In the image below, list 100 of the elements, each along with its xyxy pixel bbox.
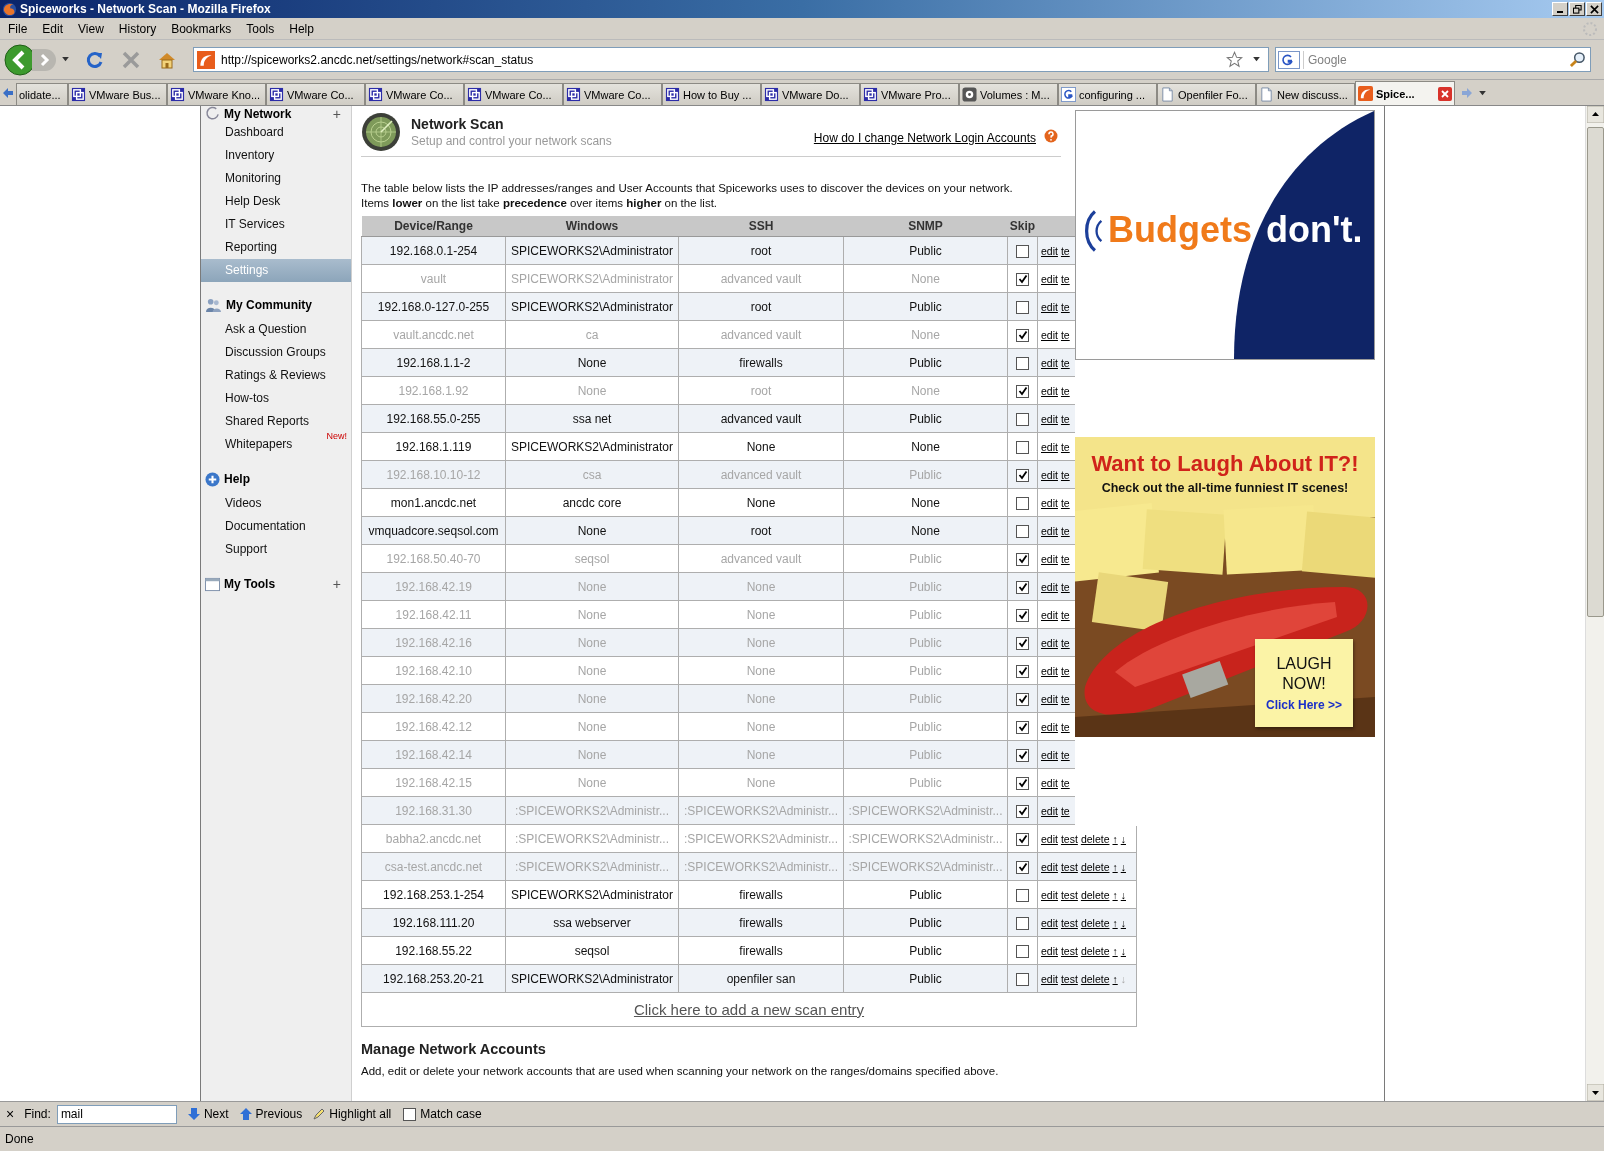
checkbox[interactable] bbox=[1016, 972, 1029, 986]
action-link[interactable]: te bbox=[1060, 804, 1070, 817]
sidebar-item[interactable]: Documentation bbox=[201, 515, 351, 538]
action-link[interactable]: te bbox=[1060, 748, 1070, 761]
action-link[interactable]: te bbox=[1060, 468, 1070, 481]
browser-tab[interactable]: VMware Kno... bbox=[167, 83, 266, 105]
sidebar-item[interactable]: Inventory bbox=[201, 144, 351, 167]
action-link[interactable]: ↓ bbox=[1120, 860, 1126, 873]
action-link[interactable]: delete bbox=[1080, 832, 1110, 845]
action-link[interactable]: ↑ bbox=[1112, 832, 1118, 845]
checkbox[interactable] bbox=[1016, 524, 1029, 538]
checkbox[interactable] bbox=[1016, 832, 1029, 846]
browser-tab[interactable]: Openfiler Fo... bbox=[1157, 83, 1256, 105]
menu-item[interactable]: Edit bbox=[36, 21, 73, 36]
action-link[interactable]: ↑ bbox=[1112, 916, 1118, 929]
action-link[interactable]: edit bbox=[1041, 888, 1058, 901]
menu-item[interactable]: Bookmarks bbox=[165, 21, 241, 36]
action-link[interactable]: delete bbox=[1080, 972, 1110, 985]
restore-button[interactable] bbox=[1569, 2, 1585, 16]
ad-link[interactable]: Click Here >> bbox=[1265, 698, 1343, 712]
checkbox[interactable] bbox=[1016, 804, 1029, 818]
action-link[interactable]: te bbox=[1060, 356, 1070, 369]
sidebar-item[interactable]: Monitoring bbox=[201, 167, 351, 190]
action-link[interactable]: test bbox=[1060, 888, 1078, 901]
advertisement[interactable]: Want to Laugh About IT?! Check out the all-time funniest IT scenes! LAUGH NOW! Click Here >> bbox=[1075, 437, 1375, 737]
sidebar-item[interactable]: How-tos bbox=[201, 387, 351, 410]
checkbox[interactable] bbox=[1016, 328, 1029, 342]
sidebar-item[interactable]: Videos bbox=[201, 492, 351, 515]
help-icon[interactable] bbox=[1044, 129, 1058, 143]
menu-item[interactable]: Help bbox=[283, 21, 323, 36]
advertisement[interactable]: Budgets don't. bbox=[1075, 110, 1375, 360]
action-link[interactable]: edit bbox=[1041, 804, 1058, 817]
action-link[interactable]: test bbox=[1060, 832, 1078, 845]
close-icon[interactable] bbox=[1438, 86, 1452, 101]
sidebar-item[interactable]: Ask a Question bbox=[201, 318, 351, 341]
checkbox[interactable] bbox=[1016, 272, 1029, 286]
checkbox[interactable] bbox=[1016, 552, 1029, 566]
checkbox[interactable] bbox=[1016, 944, 1029, 958]
action-link[interactable]: edit bbox=[1041, 972, 1058, 985]
action-link[interactable]: edit bbox=[1041, 468, 1058, 481]
action-link[interactable]: te bbox=[1060, 244, 1070, 257]
action-link[interactable]: te bbox=[1060, 636, 1070, 649]
sidebar-item[interactable]: Ratings & Reviews bbox=[201, 364, 351, 387]
sidebar-item[interactable]: Dashboard bbox=[201, 121, 351, 144]
browser-tab[interactable]: VMware Co... bbox=[365, 83, 464, 105]
action-link[interactable]: edit bbox=[1041, 440, 1058, 453]
browser-tab[interactable]: VMware Pro... bbox=[860, 83, 959, 105]
address-field[interactable]: http://spiceworks2.ancdc.net/settings/network#scan_status bbox=[193, 47, 1269, 72]
action-link[interactable]: test bbox=[1060, 944, 1078, 957]
scroll-up-icon[interactable] bbox=[1586, 106, 1604, 123]
checkbox[interactable] bbox=[1016, 748, 1029, 762]
action-link[interactable]: te bbox=[1060, 440, 1070, 453]
sidebar-item[interactable]: Whitepapers New! bbox=[201, 433, 351, 456]
checkbox[interactable] bbox=[1016, 888, 1029, 902]
sidebar-item[interactable]: Shared Reports bbox=[201, 410, 351, 433]
browser-tab[interactable]: VMware Co... bbox=[266, 83, 365, 105]
action-link[interactable]: edit bbox=[1041, 552, 1058, 565]
action-link[interactable]: te bbox=[1060, 608, 1070, 621]
checkbox[interactable] bbox=[1016, 244, 1029, 258]
action-link[interactable]: edit bbox=[1041, 916, 1058, 929]
find-button[interactable]: Next bbox=[186, 1107, 229, 1121]
menu-item[interactable]: File bbox=[2, 21, 37, 36]
action-link[interactable]: edit bbox=[1041, 300, 1058, 313]
action-link[interactable]: edit bbox=[1041, 384, 1058, 397]
sticky-note[interactable]: LAUGH NOW! Click Here >> bbox=[1255, 639, 1353, 727]
action-link[interactable]: delete bbox=[1080, 888, 1110, 901]
action-link[interactable]: te bbox=[1060, 272, 1070, 285]
dropdown-icon[interactable] bbox=[1253, 57, 1260, 62]
sidebar-item[interactable]: Reporting bbox=[201, 236, 351, 259]
checkbox[interactable] bbox=[1016, 776, 1029, 790]
checkbox[interactable] bbox=[1016, 720, 1029, 734]
action-link[interactable]: test bbox=[1060, 972, 1078, 985]
action-link[interactable]: delete bbox=[1080, 944, 1110, 957]
action-link[interactable]: delete bbox=[1080, 860, 1110, 873]
action-link[interactable]: edit bbox=[1041, 720, 1058, 733]
action-link[interactable]: edit bbox=[1041, 524, 1058, 537]
action-link[interactable]: edit bbox=[1041, 664, 1058, 677]
menu-item[interactable]: Tools bbox=[240, 21, 284, 36]
action-link[interactable]: edit bbox=[1041, 636, 1058, 649]
checkbox[interactable] bbox=[1016, 608, 1029, 622]
add-button[interactable]: + bbox=[332, 576, 341, 592]
action-link[interactable]: delete bbox=[1080, 916, 1110, 929]
checkbox[interactable] bbox=[1016, 300, 1029, 314]
action-link[interactable]: ↑ bbox=[1112, 888, 1118, 901]
checkbox[interactable] bbox=[403, 1107, 417, 1121]
checkbox[interactable] bbox=[1016, 468, 1029, 482]
help-link[interactable]: How do I change Network Login Accounts bbox=[813, 131, 1036, 145]
action-link[interactable]: te bbox=[1060, 300, 1070, 313]
action-link[interactable]: edit bbox=[1041, 328, 1058, 341]
action-link[interactable]: edit bbox=[1041, 608, 1058, 621]
scrollbar[interactable] bbox=[1585, 106, 1604, 1101]
add-button[interactable]: + bbox=[332, 106, 341, 122]
google-icon[interactable] bbox=[1276, 50, 1304, 69]
minimize-button[interactable] bbox=[1552, 2, 1568, 16]
action-link[interactable]: te bbox=[1060, 776, 1070, 789]
action-link[interactable]: edit bbox=[1041, 776, 1058, 789]
action-link[interactable]: test bbox=[1060, 916, 1078, 929]
search-icon[interactable] bbox=[1569, 51, 1586, 68]
action-link[interactable]: ↑ bbox=[1112, 972, 1118, 985]
checkbox[interactable] bbox=[1016, 860, 1029, 874]
